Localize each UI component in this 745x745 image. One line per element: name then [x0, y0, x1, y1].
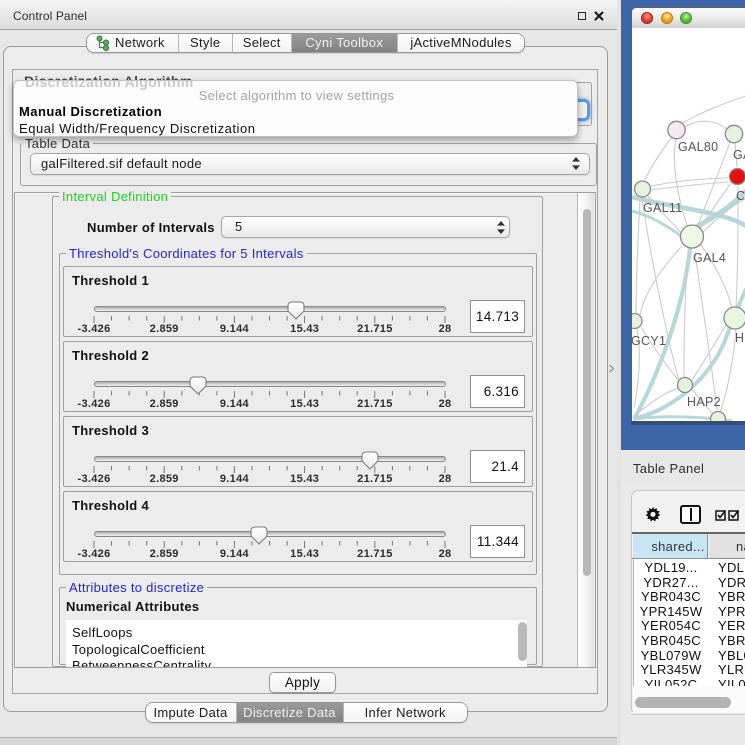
svg-text:C: C — [736, 189, 745, 203]
svg-text:GCY1: GCY1 — [632, 334, 666, 348]
svg-text:GA: GA — [733, 148, 745, 162]
svg-text:GAL80: GAL80 — [678, 140, 718, 154]
svg-text:GAL4: GAL4 — [693, 251, 726, 265]
svg-text:HAP2: HAP2 — [687, 395, 721, 409]
svg-text:GAL11: GAL11 — [643, 201, 683, 215]
svg-text:H: H — [735, 331, 744, 345]
